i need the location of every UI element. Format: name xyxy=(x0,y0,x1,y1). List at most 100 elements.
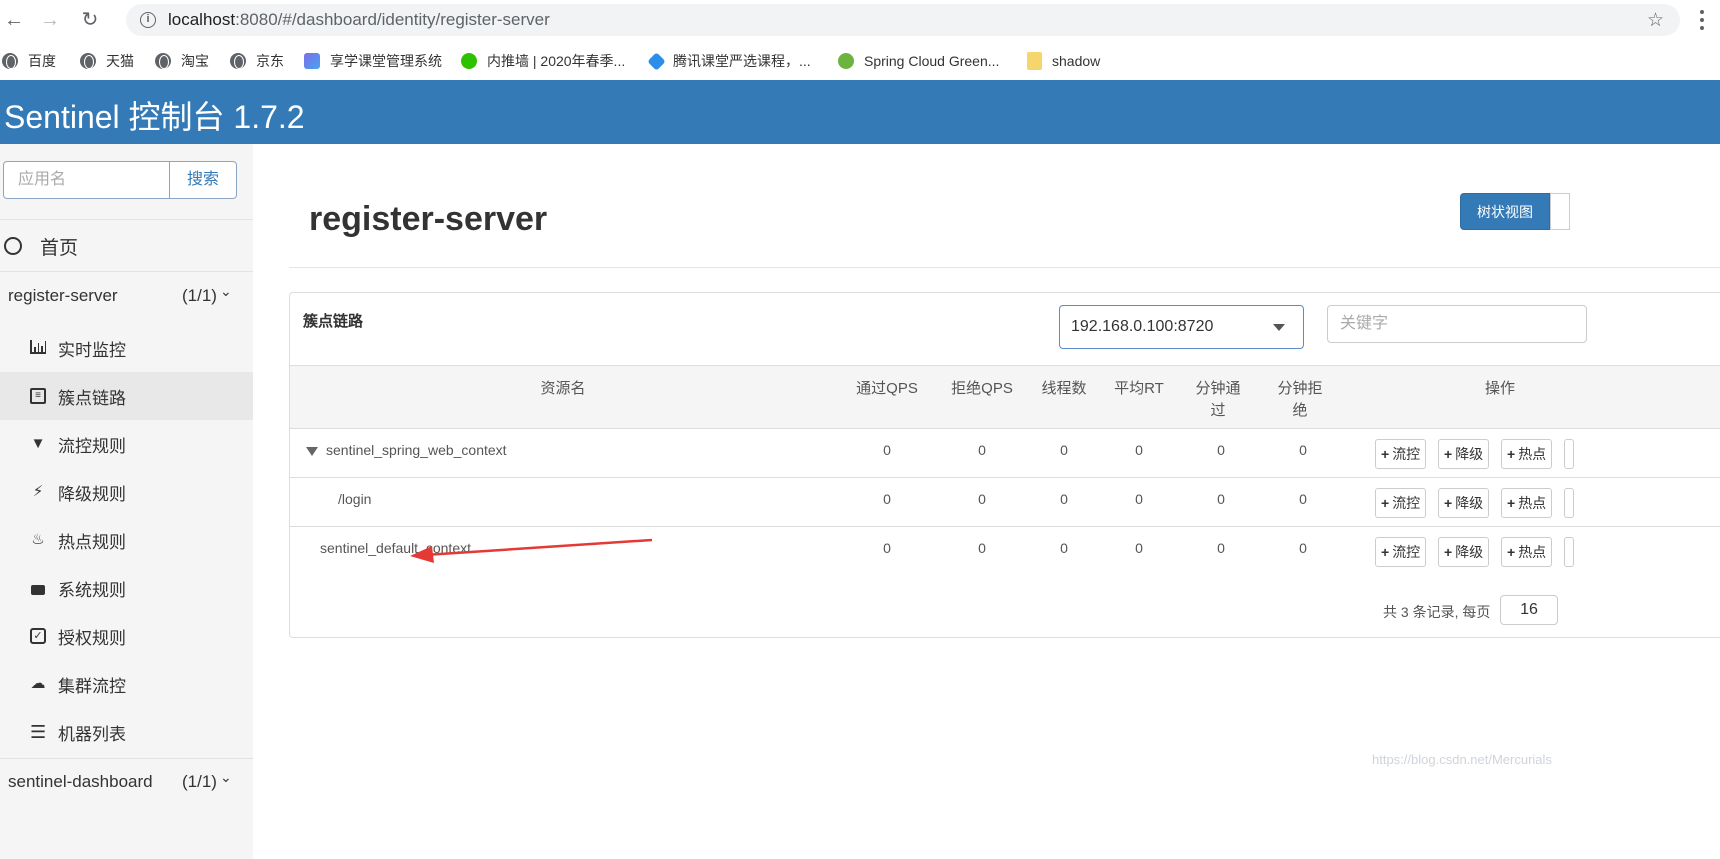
sidebar-item-cluster-flow[interactable]: ☁︎ 集群流控 xyxy=(0,660,253,708)
column-header: 操作 xyxy=(1484,380,1515,397)
sidebar-item-flow-rules[interactable]: ▼ 流控规则 xyxy=(0,420,253,468)
chevron-down-icon: ⌄ xyxy=(220,283,232,299)
bookmark-item[interactable]: 京东 xyxy=(230,50,284,72)
search-button[interactable]: 搜索 xyxy=(169,161,237,199)
resource-name[interactable]: /login xyxy=(338,491,371,507)
resource-name[interactable]: sentinel_default_context xyxy=(320,540,471,556)
list-view-button[interactable] xyxy=(1550,193,1570,230)
column-header: 分钟通过 xyxy=(1195,380,1241,419)
table-cell: 0 xyxy=(1217,540,1225,556)
degrade-rule-button[interactable]: + 降级 xyxy=(1438,439,1490,469)
more-action-button[interactable] xyxy=(1564,439,1574,469)
url-text[interactable]: localhost:8080/#/dashboard/identity/regi… xyxy=(168,10,550,30)
sidebar-item-realtime-monitor[interactable]: 实时监控 xyxy=(0,324,253,372)
column-header: 分钟拒绝 xyxy=(1277,380,1323,419)
more-action-button[interactable] xyxy=(1564,488,1574,518)
folder-icon xyxy=(1027,52,1042,70)
page-size-input[interactable]: 16 xyxy=(1500,595,1558,625)
sidebar-item-hotspot-rules[interactable]: ♨︎ 热点规则 xyxy=(0,516,253,564)
table-cell: 0 xyxy=(978,442,986,458)
page-title: register-server xyxy=(309,200,548,238)
globe-icon xyxy=(80,53,96,69)
cloud-icon: ☁︎ xyxy=(30,675,46,692)
browser-toolbar: ← → ↻ i localhost:8080/#/dashboard/ident… xyxy=(0,0,1720,40)
reload-icon[interactable]: ↻ xyxy=(78,8,102,32)
flash-icon: ⚡︎ xyxy=(32,483,44,500)
tree-view-button[interactable]: 树状视图 xyxy=(1460,193,1550,230)
sidebar-app-sentinel-dashboard[interactable]: sentinel-dashboard (1/1) ⌄ xyxy=(8,769,248,792)
hotspot-rule-button[interactable]: + 热点 xyxy=(1501,488,1553,518)
divider xyxy=(0,758,253,759)
table-cell: 0 xyxy=(1299,540,1307,556)
hotspot-rule-button[interactable]: + 热点 xyxy=(1501,439,1553,469)
lock-icon xyxy=(30,580,46,596)
column-header: 资源名 xyxy=(540,380,586,397)
bookmark-item[interactable]: 百度 xyxy=(2,50,56,72)
resource-name[interactable]: sentinel_spring_web_context xyxy=(306,442,507,458)
machine-select[interactable]: 192.168.0.100:8720 xyxy=(1059,305,1304,349)
divider xyxy=(0,219,253,220)
bookmark-item[interactable]: shadow xyxy=(1027,50,1100,72)
dashboard-gauge-icon xyxy=(4,237,22,255)
bookmark-item[interactable]: 享学课堂管理系统 xyxy=(304,50,442,72)
view-toggle: 树状视图 xyxy=(1460,193,1570,230)
more-action-button[interactable] xyxy=(1564,537,1574,567)
resource-panel: 簇点链路 192.168.0.100:8720 资源名 通过QPS 拒绝QPS … xyxy=(289,292,1720,638)
list-alt-icon: ≡ xyxy=(30,388,46,404)
tencent-class-icon xyxy=(647,51,666,71)
table-cell: 0 xyxy=(883,540,891,556)
sidebar-item-degrade-rules[interactable]: ⚡︎ 降级规则 xyxy=(0,468,253,516)
sidebar-item-auth-rules[interactable]: ✓ 授权规则 xyxy=(0,612,253,660)
panel-title: 簇点链路 xyxy=(303,313,364,330)
table-cell: 0 xyxy=(1135,442,1143,458)
keyword-search-input[interactable] xyxy=(1327,305,1587,343)
table-row: sentinel_spring_web_context 0 0 0 0 0 0 … xyxy=(290,429,1720,478)
th-list-icon: ☰ xyxy=(30,722,47,742)
sidebar-item-home[interactable]: 首页 xyxy=(0,221,253,271)
filter-icon: ▼ xyxy=(30,435,46,452)
flow-rule-button[interactable]: + 流控 xyxy=(1375,537,1427,567)
bookmarks-bar: 百度 天猫 淘宝 京东 享学课堂管理系统 内推墙 | 2020年春季... 腾讯… xyxy=(0,40,1720,80)
degrade-rule-button[interactable]: + 降级 xyxy=(1438,488,1490,518)
app-title[interactable]: Sentinel 控制台 1.7.2 xyxy=(4,92,305,138)
table-cell: 0 xyxy=(1217,442,1225,458)
bookmark-item[interactable]: Spring Cloud Green... xyxy=(838,50,999,72)
table-header: 资源名 通过QPS 拒绝QPS 线程数 平均RT 分钟通过 分钟拒绝 操作 xyxy=(290,365,1720,429)
address-bar[interactable]: i localhost:8080/#/dashboard/identity/re… xyxy=(126,4,1680,36)
chevron-down-icon: ⌄ xyxy=(220,769,232,785)
table-row: /login 0 0 0 0 0 0 + 流控 + 降级 + 热点 xyxy=(290,478,1720,527)
bookmark-item[interactable]: 淘宝 xyxy=(155,50,209,72)
sidebar-item-system-rules[interactable]: 系统规则 xyxy=(0,564,253,612)
flow-rule-button[interactable]: + 流控 xyxy=(1375,488,1427,518)
globe-icon xyxy=(230,53,246,69)
column-header: 平均RT xyxy=(1114,380,1164,397)
degrade-rule-button[interactable]: + 降级 xyxy=(1438,537,1490,567)
sidebar: 搜索 首页 register-server (1/1) ⌄ 实时监控 ≡ 簇点链… xyxy=(0,144,253,859)
bookmark-item[interactable]: 天猫 xyxy=(80,50,134,72)
sidebar-item-cluster-link[interactable]: ≡ 簇点链路 xyxy=(0,372,253,420)
sidebar-app-register-server[interactable]: register-server (1/1) ⌄ xyxy=(8,283,248,306)
table-cell: 0 xyxy=(1299,442,1307,458)
table-cell: 0 xyxy=(1135,491,1143,507)
fire-icon: ♨︎ xyxy=(31,531,45,548)
table-cell: 0 xyxy=(1135,540,1143,556)
spring-leaf-icon xyxy=(838,53,854,69)
table-row: sentinel_default_context 0 0 0 0 0 0 + 流控… xyxy=(290,527,1720,576)
bookmark-item[interactable]: 腾讯课堂严选课程，... xyxy=(647,50,811,72)
watermark: https://blog.csdn.net/Mercurials xyxy=(1372,752,1552,767)
app-search-input[interactable] xyxy=(3,161,170,199)
bookmark-star-icon[interactable]: ☆ xyxy=(1647,9,1664,32)
flow-rule-button[interactable]: + 流控 xyxy=(1375,439,1427,469)
browser-menu-icon[interactable] xyxy=(1694,6,1710,34)
caret-down-icon xyxy=(1273,324,1285,331)
site-info-icon[interactable]: i xyxy=(140,12,156,28)
bookmark-item[interactable]: 内推墙 | 2020年春季... xyxy=(461,50,625,72)
app-search: 搜索 xyxy=(3,161,237,199)
collapse-triangle-icon[interactable] xyxy=(306,446,318,456)
hotspot-rule-button[interactable]: + 热点 xyxy=(1501,537,1553,567)
forward-arrow-icon[interactable]: → xyxy=(38,8,62,32)
bar-chart-icon xyxy=(30,340,46,356)
back-arrow-icon[interactable]: ← xyxy=(2,8,26,32)
xiangxue-logo-icon xyxy=(304,53,320,69)
sidebar-item-machine-list[interactable]: ☰ 机器列表 xyxy=(0,708,253,756)
